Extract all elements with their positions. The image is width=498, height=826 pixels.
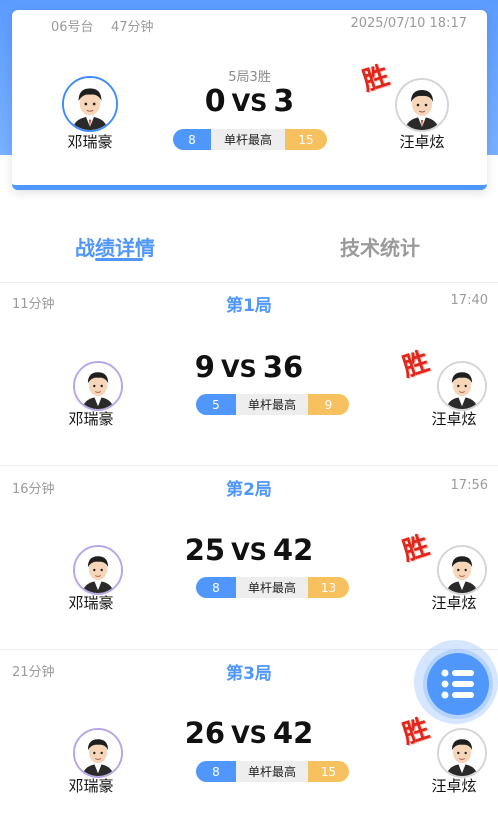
- left-highest-break: 8: [196, 577, 236, 598]
- right-frame-score: 42: [272, 533, 314, 567]
- divider: [0, 465, 498, 466]
- highest-break-label: 单杆最高: [236, 761, 308, 782]
- highest-break-bar: 5 单杆最高 9: [196, 394, 349, 415]
- divider: [0, 282, 498, 283]
- right-player-name: 汪卓炫: [431, 777, 477, 795]
- player-avatar-icon: [439, 363, 485, 409]
- right-highest-break: 15: [285, 129, 327, 150]
- left-player-name: 邓瑞豪: [67, 133, 113, 151]
- frame-title: 第1局: [226, 296, 272, 316]
- menu-fab-button[interactable]: [427, 653, 489, 715]
- left-highest-break: 5: [196, 394, 236, 415]
- highest-break-label: 单杆最高: [236, 577, 308, 598]
- tab-match-details[interactable]: 战绩详情: [75, 232, 155, 261]
- tab-technical-stats[interactable]: 技术统计: [340, 232, 420, 261]
- right-player-avatar[interactable]: [395, 78, 449, 132]
- right-player-avatar[interactable]: [437, 361, 487, 411]
- frame-end-time: 17:56: [450, 478, 488, 493]
- left-highest-break: 8: [196, 761, 236, 782]
- left-frame-score: 26: [184, 716, 226, 750]
- player-avatar-icon: [397, 80, 447, 130]
- left-total-score: 0: [204, 84, 226, 119]
- highest-break-bar: 8 单杆最高 15: [196, 761, 349, 782]
- right-player-avatar[interactable]: [437, 545, 487, 595]
- left-player-name: 邓瑞豪: [68, 777, 114, 795]
- active-tab-indicator: [95, 258, 143, 261]
- frame-end-time: 17:40: [450, 293, 488, 308]
- right-highest-break: 13: [308, 577, 349, 598]
- highest-break-label: 单杆最高: [211, 129, 285, 150]
- divider: [0, 649, 498, 650]
- right-total-score: 3: [273, 84, 295, 119]
- right-player-avatar[interactable]: [437, 728, 487, 778]
- player-avatar-icon: [439, 547, 485, 593]
- vs-label: VS: [220, 355, 257, 383]
- player-avatar-icon: [439, 730, 485, 776]
- highest-break-bar: 8 单杆最高 13: [196, 577, 349, 598]
- right-frame-score: 36: [262, 350, 304, 384]
- right-player-name: 汪卓炫: [431, 594, 477, 612]
- right-highest-break: 9: [308, 394, 349, 415]
- table-number: 06号台: [51, 20, 94, 35]
- vs-label: VS: [231, 721, 267, 749]
- left-frame-score: 9: [194, 350, 215, 384]
- right-player-name: 汪卓炫: [431, 410, 477, 428]
- match-summary-card: 06号台 47分钟 2025/07/10 18:17 邓瑞豪 5局3胜 0 VS 3…: [12, 10, 487, 190]
- left-frame-score: 25: [184, 533, 226, 567]
- list-menu-icon: [441, 669, 474, 699]
- tab-bar: 战绩详情 技术统计: [0, 222, 498, 272]
- left-player-name: 邓瑞豪: [68, 410, 114, 428]
- left-highest-break: 8: [173, 129, 211, 150]
- match-duration: 47分钟: [111, 20, 154, 35]
- right-frame-score: 42: [272, 716, 314, 750]
- right-highest-break: 15: [308, 761, 349, 782]
- vs-label: VS: [231, 89, 268, 117]
- highest-break-label: 单杆最高: [236, 394, 308, 415]
- right-player-name: 汪卓炫: [399, 133, 445, 151]
- match-datetime: 2025/07/10 18:17: [350, 16, 467, 31]
- left-player-name: 邓瑞豪: [68, 594, 114, 612]
- highest-break-bar: 8 单杆最高 15: [173, 129, 327, 150]
- frame-title: 第2局: [226, 480, 272, 500]
- vs-label: VS: [231, 538, 267, 566]
